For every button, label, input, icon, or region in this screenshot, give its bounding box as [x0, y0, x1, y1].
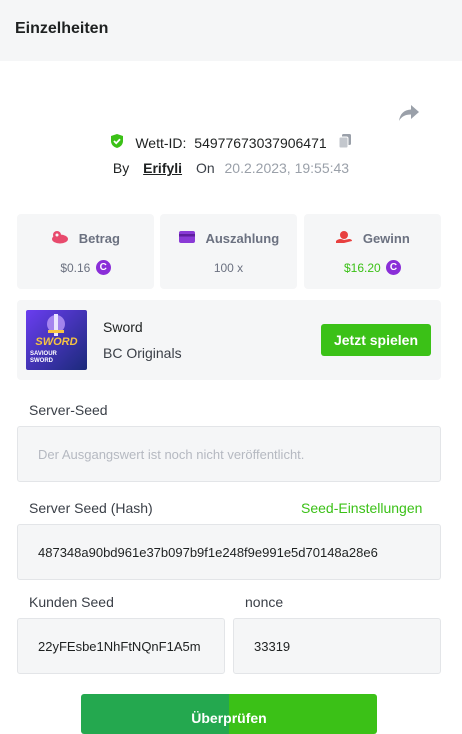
- stat-amount-label: Betrag: [78, 231, 120, 247]
- game-thumbnail[interactable]: SWORD SAVIOUR SWORD: [26, 310, 87, 370]
- server-hash-value: 487348a90bd961e37b097b9f1e248f9e991e5d70…: [38, 544, 378, 560]
- play-now-button[interactable]: Jetzt spielen: [321, 324, 431, 356]
- game-thumbnail-title: SWORD: [35, 336, 78, 348]
- stat-payout-value: 100 x: [213, 260, 244, 275]
- server-seed-placeholder: Der Ausgangswert ist noch nicht veröffen…: [38, 446, 305, 462]
- nonce-input[interactable]: [254, 638, 440, 654]
- client-seed-label: Kunden Seed: [29, 594, 114, 610]
- verified-shield-icon: [109, 133, 125, 152]
- user-link[interactable]: Erifyli: [143, 160, 182, 176]
- modal-header: Einzelheiten: [0, 0, 462, 61]
- nonce-field[interactable]: [233, 618, 441, 674]
- card-icon: [178, 230, 196, 247]
- hand-coin-icon: [335, 230, 353, 247]
- client-seed-field[interactable]: [17, 618, 225, 674]
- game-card: SWORD SAVIOUR SWORD Sword BC Originals J…: [17, 300, 441, 380]
- bet-id-value: 54977673037906471: [194, 134, 327, 151]
- game-thumbnail-subtitle: SAVIOUR SWORD: [30, 351, 57, 364]
- stat-profit-label: Gewinn: [362, 231, 410, 247]
- stat-profit: Gewinn $16.20 C: [304, 214, 441, 289]
- seed-settings-link[interactable]: Seed-Einstellungen: [301, 500, 422, 516]
- verify-button-label: Überprüfen: [191, 709, 267, 726]
- nonce-label: nonce: [245, 594, 284, 610]
- coin-icon: C: [95, 260, 111, 276]
- modal-title: Einzelheiten: [15, 20, 109, 37]
- copy-icon[interactable]: [337, 133, 353, 152]
- server-hash-field[interactable]: 487348a90bd961e37b097b9f1e248f9e991e5d70…: [17, 524, 441, 580]
- stat-payout-label: Auszahlung: [205, 231, 280, 247]
- stat-profit-value: $16.20: [343, 260, 381, 275]
- stat-amount-value: $0.16: [60, 260, 91, 275]
- share-icon[interactable]: [397, 102, 421, 124]
- game-name: Sword: [103, 319, 143, 335]
- by-label: By: [112, 160, 130, 176]
- chip-icon: [51, 230, 69, 247]
- bet-datetime: 20.2.2023, 19:55:43: [224, 160, 350, 176]
- server-hash-label: Server Seed (Hash): [29, 500, 153, 516]
- on-label: On: [195, 160, 215, 176]
- server-seed-label: Server-Seed: [29, 402, 108, 418]
- stat-payout: Auszahlung 100 x: [160, 214, 297, 289]
- client-seed-input[interactable]: [38, 638, 206, 654]
- game-provider: BC Originals: [103, 345, 182, 361]
- bet-meta-row: By Erifyli On 20.2.2023, 19:55:43: [0, 160, 462, 180]
- server-seed-field[interactable]: Der Ausgangswert ist noch nicht veröffen…: [17, 426, 441, 482]
- coin-icon: C: [386, 260, 402, 276]
- bet-id-label: Wett-ID:: [135, 134, 187, 151]
- verify-button[interactable]: Überprüfen: [81, 694, 377, 734]
- stat-amount: Betrag $0.16 C: [17, 214, 154, 289]
- bet-id-row: Wett-ID: 54977673037906471: [0, 133, 462, 153]
